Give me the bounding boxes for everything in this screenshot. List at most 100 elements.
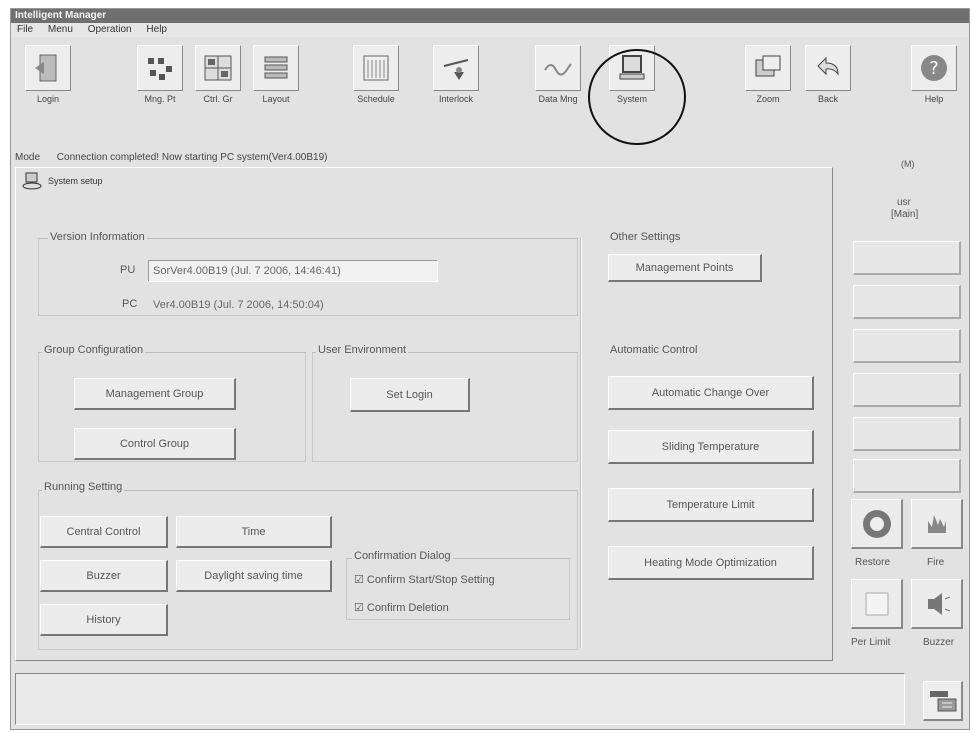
- buzzer-setting-button[interactable]: Buzzer: [40, 560, 168, 592]
- data-mng-button[interactable]: Data Mng: [533, 45, 583, 104]
- setup-title: System setup: [48, 176, 103, 186]
- automatic-change-over-button[interactable]: Automatic Change Over: [608, 376, 814, 410]
- system-button[interactable]: System: [607, 45, 657, 104]
- automatic-control-title: Automatic Control: [608, 344, 700, 356]
- management-group-button[interactable]: Management Group: [74, 378, 236, 410]
- wave-icon: [544, 63, 572, 76]
- daylight-saving-button[interactable]: Daylight saving time: [176, 560, 332, 592]
- set-login-button[interactable]: Set Login: [350, 378, 470, 412]
- user-value: [Main]: [891, 209, 919, 220]
- restore-label: Restore: [855, 557, 891, 568]
- version-title: Version Information: [48, 231, 147, 243]
- menu-operation[interactable]: Operation: [82, 23, 138, 37]
- toolbar: Login Mng. Pt Ctrl. Gr Layout Schedule I…: [11, 39, 969, 149]
- side-button-6[interactable]: [853, 459, 961, 493]
- data-mng-label: Data Mng: [538, 94, 578, 104]
- control-group-button[interactable]: Control Group: [74, 428, 236, 460]
- side-button-1[interactable]: [853, 241, 961, 275]
- back-button[interactable]: Back: [803, 45, 853, 104]
- login-button[interactable]: Login: [23, 45, 73, 104]
- speaker-icon: [927, 592, 950, 615]
- layers-icon: [264, 56, 288, 79]
- side-button-2[interactable]: [853, 285, 961, 319]
- window-title: Intelligent Manager: [11, 9, 969, 23]
- menu-help[interactable]: Help: [140, 23, 173, 37]
- back-arrow-icon: [817, 56, 839, 76]
- interlock-icon: [443, 59, 469, 80]
- sliding-temperature-button[interactable]: Sliding Temperature: [608, 430, 814, 464]
- system-setup-icon: [22, 172, 42, 190]
- help-button[interactable]: ? Help: [909, 45, 959, 104]
- side-button-3[interactable]: [853, 329, 961, 363]
- heating-mode-optimization-button[interactable]: Heating Mode Optimization: [608, 546, 814, 580]
- buzzer-side-button[interactable]: [911, 579, 963, 629]
- setup-header: System setup: [22, 172, 103, 190]
- mng-pt-button[interactable]: Mng. Pt: [135, 45, 185, 104]
- keyboard-button[interactable]: [923, 681, 963, 721]
- temperature-limit-button[interactable]: Temperature Limit: [608, 488, 814, 522]
- help-label: Help: [924, 94, 944, 104]
- user-label: usr: [897, 197, 911, 208]
- menu-bar: File Menu Operation Help: [11, 23, 969, 37]
- interlock-button[interactable]: Interlock: [431, 45, 481, 104]
- interlock-label: Interlock: [438, 94, 473, 104]
- confirm-deletion-label: Confirm Deletion: [366, 601, 449, 614]
- fire-button[interactable]: [911, 499, 963, 549]
- schedule-button[interactable]: Schedule: [351, 45, 401, 104]
- login-label: Login: [36, 94, 60, 104]
- zoom-label: Zoom: [756, 94, 780, 104]
- help-icon: ?: [921, 55, 947, 81]
- status-bar: Mode Connection completed! Now starting …: [11, 151, 969, 165]
- per-limit-icon: [865, 592, 888, 615]
- pc-version-field: Ver4.00B19 (Jul. 7 2006, 14:50:04): [153, 299, 324, 311]
- mng-pt-label: Mng. Pt: [144, 94, 176, 104]
- restore-icon: [862, 509, 891, 538]
- buzzer-side-label: Buzzer: [923, 637, 955, 648]
- system-setup-panel: System setup Version Information PU SorV…: [15, 167, 833, 661]
- zoom-icon: [755, 55, 781, 77]
- user-env-title: User Environment: [316, 344, 409, 356]
- confirm-start-stop-checkbox[interactable]: ☑ Confirm Start/Stop Setting: [354, 573, 495, 587]
- ctrl-gr-label: Ctrl. Gr: [203, 94, 233, 104]
- zoom-button[interactable]: Zoom: [743, 45, 793, 104]
- door-icon: [35, 54, 57, 82]
- time-button[interactable]: Time: [176, 516, 332, 548]
- fire-label: Fire: [927, 557, 945, 568]
- checkbox-checked-icon: ☑: [354, 574, 364, 586]
- confirmation-title: Confirmation Dialog: [352, 550, 453, 562]
- group-config-title: Group Configuration: [42, 344, 146, 356]
- layout-label: Layout: [262, 94, 290, 104]
- history-button[interactable]: History: [40, 604, 168, 636]
- side-panel: (M) usr [Main] Restore Fire Per Limit Bu…: [841, 159, 971, 669]
- schedule-label: Schedule: [357, 94, 395, 104]
- pu-label: PU: [120, 264, 136, 276]
- management-points-button[interactable]: Management Points: [608, 254, 762, 282]
- pc-label: PC: [122, 298, 138, 310]
- svg-text:?: ?: [929, 58, 939, 79]
- menu-menu[interactable]: Menu: [42, 23, 79, 37]
- network-icon: [148, 58, 172, 80]
- layout-button[interactable]: Layout: [251, 45, 301, 104]
- side-button-4[interactable]: [853, 373, 961, 407]
- fire-icon: [927, 514, 946, 533]
- central-control-button[interactable]: Central Control: [40, 516, 168, 548]
- confirm-start-stop-label: Confirm Start/Stop Setting: [366, 573, 495, 586]
- keyboard-icon: [929, 690, 956, 711]
- running-setting-title: Running Setting: [42, 481, 125, 493]
- checkbox-checked-icon: ☑: [354, 602, 364, 614]
- other-settings-title: Other Settings: [608, 231, 683, 243]
- side-button-5[interactable]: [853, 417, 961, 451]
- menu-file[interactable]: File: [11, 23, 39, 37]
- per-limit-button[interactable]: [851, 579, 903, 629]
- grid-icon: [204, 55, 232, 81]
- ctrl-gr-button[interactable]: Ctrl. Gr: [193, 45, 243, 104]
- confirm-deletion-checkbox[interactable]: ☑ Confirm Deletion: [354, 601, 449, 615]
- per-limit-label: Per Limit: [851, 637, 891, 648]
- restore-button[interactable]: [851, 499, 903, 549]
- status-message: Connection completed! Now starting PC sy…: [56, 152, 328, 163]
- vertical-separator: [580, 238, 582, 648]
- back-label: Back: [817, 94, 838, 104]
- app-window: Intelligent Manager File Menu Operation …: [10, 8, 970, 730]
- message-area: [15, 673, 905, 725]
- side-top-label: (M): [901, 159, 915, 169]
